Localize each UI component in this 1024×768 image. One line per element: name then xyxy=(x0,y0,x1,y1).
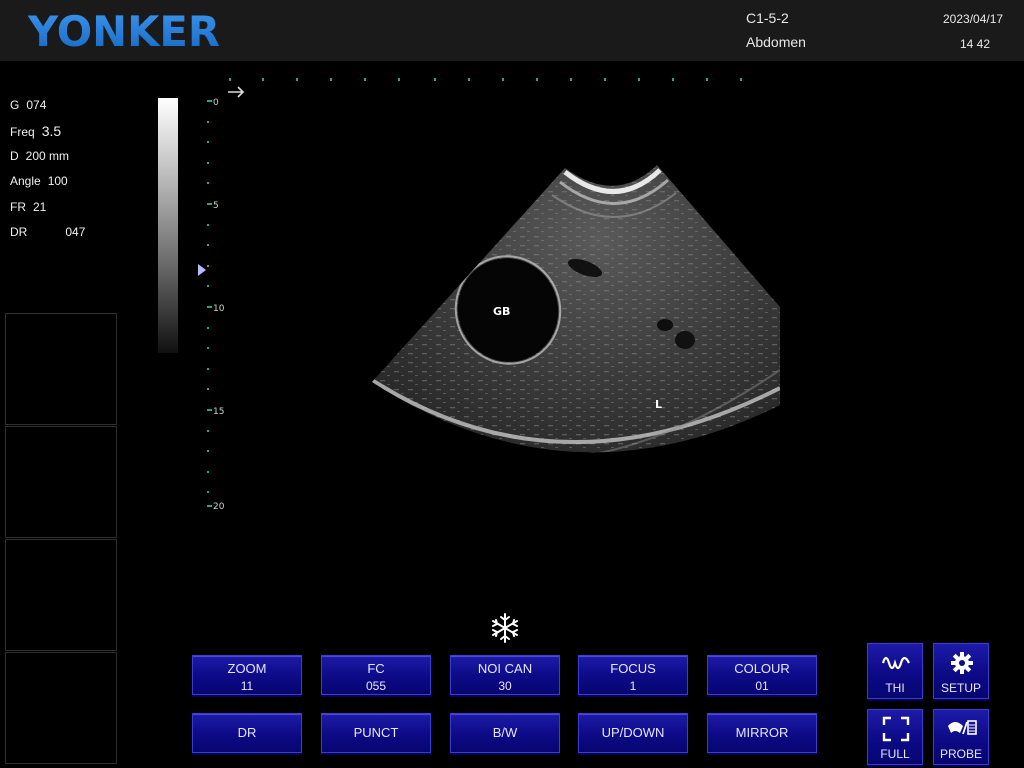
depth-label-20: 20 xyxy=(213,502,225,512)
probe-icon xyxy=(948,720,977,735)
snowflake-freeze-icon xyxy=(492,613,518,643)
gear-icon xyxy=(951,652,973,674)
full-screen-button[interactable]: FULL xyxy=(867,709,923,765)
ultrasound-image-area[interactable]: 0 5 10 15 20 GB L xyxy=(0,61,1024,621)
dr-button[interactable]: DR xyxy=(192,713,302,753)
depth-scale: 0 5 10 15 20 xyxy=(198,98,225,512)
lateral-scale xyxy=(229,78,742,81)
colour-button[interactable]: COLOUR 01 xyxy=(707,655,817,695)
focus-marker-icon xyxy=(198,264,206,276)
up-down-button[interactable]: UP/DOWN xyxy=(578,713,688,753)
cine-thumbnail-4[interactable] xyxy=(5,652,117,764)
annotation-gb: GB xyxy=(493,305,510,318)
focus-button[interactable]: FOCUS 1 xyxy=(578,655,688,695)
noise-cancel-button[interactable]: NOI CAN 30 xyxy=(450,655,560,695)
depth-label-0: 0 xyxy=(213,98,219,108)
probe-button[interactable]: PROBE xyxy=(933,709,989,765)
brand-text: YONKER xyxy=(28,8,220,52)
fullscreen-icon xyxy=(882,716,910,742)
mirror-button[interactable]: MIRROR xyxy=(707,713,817,753)
zoom-button[interactable]: ZOOM 11 xyxy=(192,655,302,695)
annotation-liver: L xyxy=(655,398,662,411)
yonker-logo: YONKER xyxy=(28,8,220,52)
bw-button[interactable]: B/W xyxy=(450,713,560,753)
setup-button[interactable]: SETUP xyxy=(933,643,989,699)
orientation-arrow-icon xyxy=(228,86,245,98)
exam-preset: Abdomen xyxy=(746,34,806,50)
b-mode-sector xyxy=(372,165,780,453)
depth-label-5: 5 xyxy=(213,201,219,211)
date-readout: 2023/04/17 xyxy=(943,12,1004,26)
punct-button[interactable]: PUNCT xyxy=(321,713,431,753)
thi-wave-icon xyxy=(882,656,910,670)
depth-label-10: 10 xyxy=(213,304,225,314)
time-readout: 14 42 xyxy=(960,37,991,51)
fc-button[interactable]: FC 055 xyxy=(321,655,431,695)
depth-label-15: 15 xyxy=(213,407,224,417)
thi-button[interactable]: THI xyxy=(867,643,923,699)
header-bar: YONKER C1-5-2 Abdomen 2023/04/17 14 42 xyxy=(0,0,1024,61)
probe-code: C1-5-2 xyxy=(746,10,789,26)
